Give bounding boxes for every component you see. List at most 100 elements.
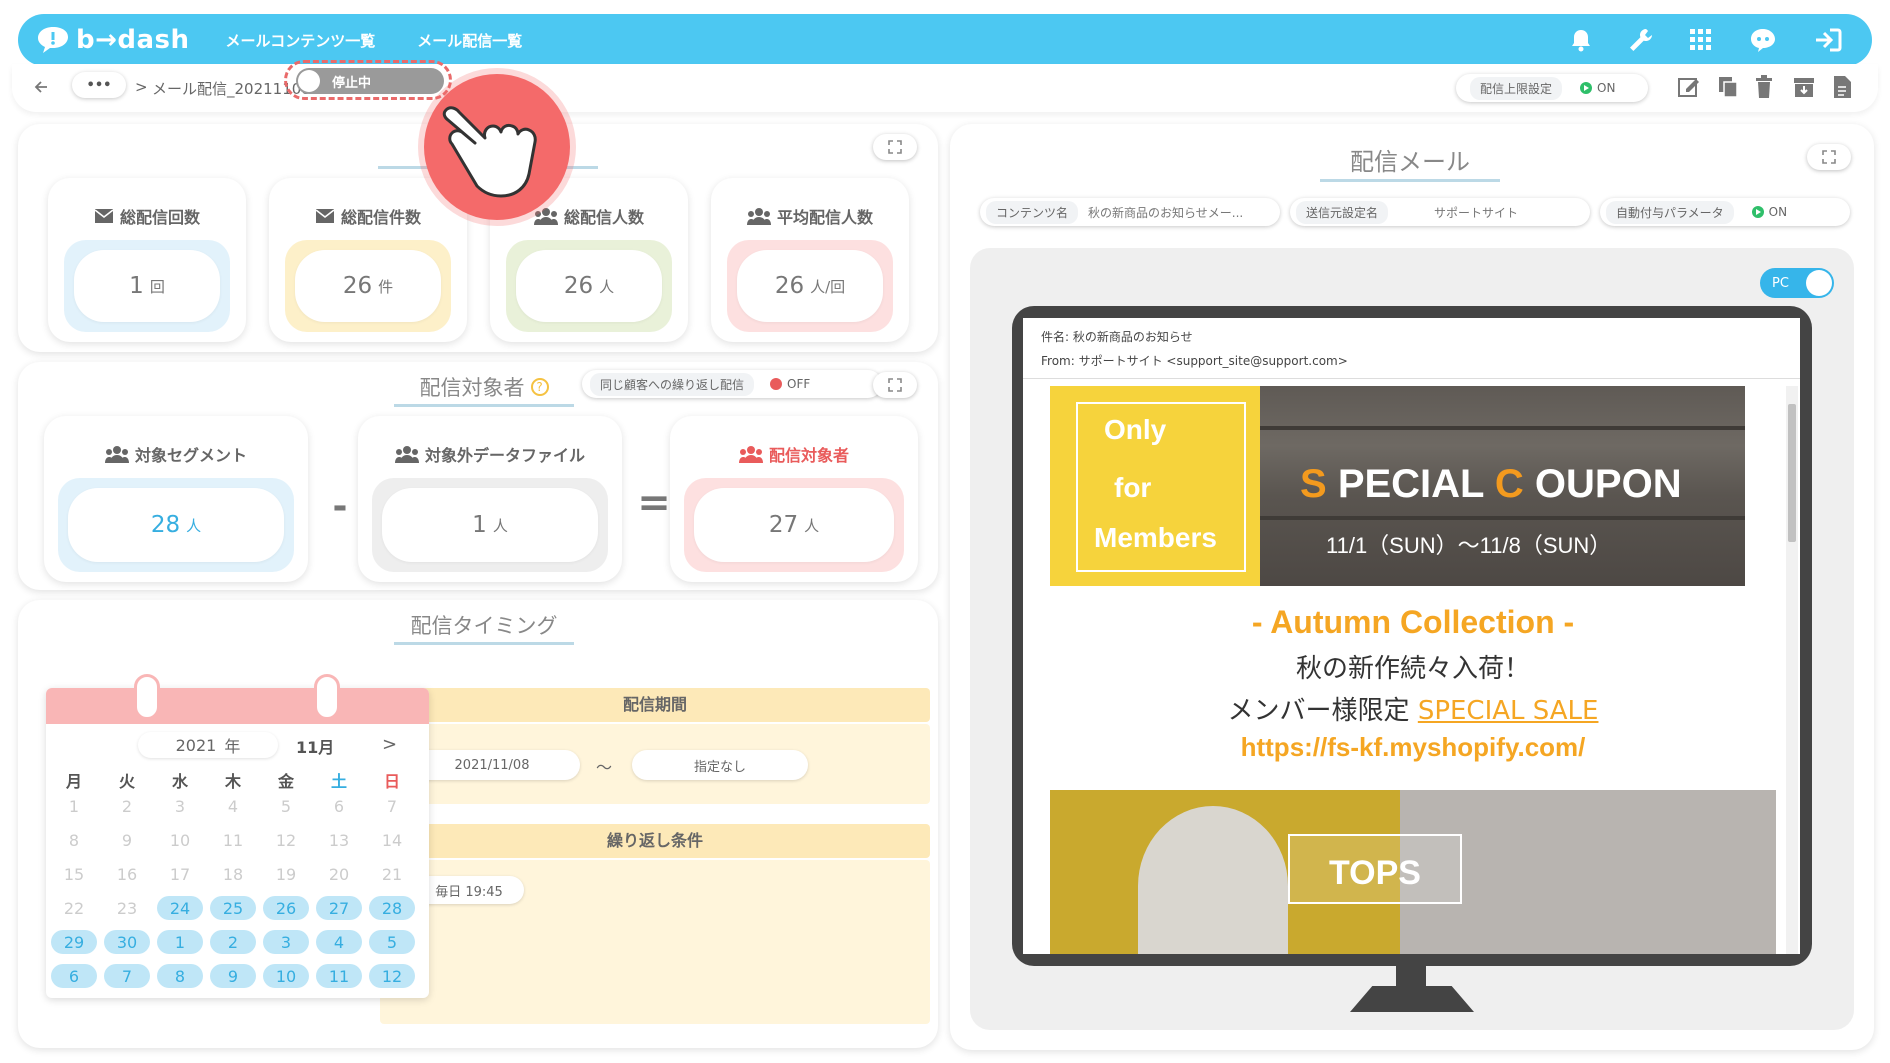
period-separator: ～ (595, 758, 612, 777)
calendar-day[interactable]: 11 (316, 964, 362, 988)
limit-setting-value[interactable]: ON (1580, 81, 1615, 95)
sender-pill[interactable]: 送信元設定名 サポートサイト (1290, 198, 1590, 226)
calendar-day[interactable]: 9 (210, 964, 256, 988)
toggle-knob (298, 70, 320, 92)
device-toggle[interactable]: PC (1760, 268, 1834, 298)
special-sale-link[interactable]: SPECIAL SALE (1418, 696, 1599, 726)
calendar-day[interactable]: 12 (369, 964, 415, 988)
calendar-day: 4 (227, 796, 239, 816)
status-toggle-label: 停止中 (332, 75, 372, 91)
device-toggle-label: PC (1772, 275, 1789, 291)
period-start-input[interactable]: 2021/11/08 (404, 750, 580, 780)
logo[interactable]: b→dash (36, 25, 190, 55)
header-icons (1570, 27, 1842, 53)
calendar-day[interactable]: 1 (157, 930, 203, 954)
repeat-send-value[interactable]: OFF (770, 377, 810, 391)
repeat-send-pill[interactable]: 同じ顧客への繰り返し配信 OFF (582, 370, 882, 398)
target-card-label-text: 配信対象者 (768, 446, 849, 465)
calendar-day[interactable]: 10 (263, 964, 309, 988)
banner-dates: 11/1（SUN）～11/8（SUN） (1326, 533, 1612, 558)
calendar-day: 5 (280, 796, 292, 816)
grid-apps-icon[interactable] (1690, 29, 1712, 51)
calendar-day[interactable]: 3 (263, 930, 309, 954)
nav-mail-deliveries[interactable]: メール配信一覧 (417, 30, 522, 51)
targets-title: 配信対象者? (394, 372, 574, 407)
stat-card-value: 26 人 (516, 250, 662, 322)
archive-icon[interactable] (1792, 75, 1816, 99)
document-icon[interactable] (1832, 75, 1852, 99)
repeat-value-chip: 毎日 19:45 (414, 876, 524, 904)
edit-icon[interactable] (1677, 75, 1701, 99)
calendar-day[interactable]: 7 (104, 964, 150, 988)
auto-param-pill[interactable]: 自動付与パラメータ ON (1600, 198, 1850, 226)
stat-value: 1 (129, 273, 144, 299)
stats-expand-button[interactable] (873, 134, 917, 160)
breadcrumb-more-button[interactable]: ••• (72, 72, 126, 98)
content-name-pill[interactable]: コンテンツ名 秋の新商品のお知らせメー... (980, 198, 1280, 226)
calendar-day: 16 (116, 864, 138, 884)
logo-bubble-icon (38, 27, 68, 53)
calendar-year-select[interactable]: 2021 年 (138, 732, 278, 758)
nav-mail-contents[interactable]: メールコンテンツ一覧 (226, 30, 376, 51)
calendar-day[interactable]: 29 (51, 930, 97, 954)
stat-card-value: 1回 (74, 250, 220, 322)
target-value: 27 (768, 512, 799, 538)
calendar-day[interactable]: 6 (51, 964, 97, 988)
calendar-day: 11 (222, 830, 244, 850)
calendar-day[interactable]: 27 (316, 896, 362, 920)
auto-param-value[interactable]: ON (1751, 205, 1787, 219)
calendar-day: 15 (63, 864, 85, 884)
mail-title: 配信メール (1320, 142, 1500, 182)
calendar-weekday: 水 (171, 772, 188, 791)
photo-step (1260, 426, 1745, 430)
status-toggle[interactable]: 停止中 (296, 68, 444, 94)
calendar-day: 8 (68, 830, 80, 850)
copy-icon[interactable] (1716, 75, 1740, 99)
help-icon[interactable]: ? (530, 378, 549, 396)
period-header: 配信期間 (380, 688, 930, 722)
calendar-day[interactable]: 30 (104, 930, 150, 954)
users-icon (738, 446, 763, 463)
mail-preview-screen: 件名: 秋の新商品のお知らせ From: サポートサイト <support_si… (1023, 318, 1800, 954)
banner-for: for (1114, 472, 1152, 503)
calendar-day: 7 (386, 796, 398, 816)
stat-unit: 人/回 (810, 277, 846, 296)
targets-expand-button[interactable] (873, 372, 917, 398)
repeat-send-value-text: OFF (787, 377, 811, 391)
calendar-day[interactable]: 25 (210, 896, 256, 920)
autumn-collection-heading: - Autumn Collection - (1251, 604, 1575, 640)
stat-card-label-text: 総配信件数 (340, 208, 421, 227)
shop-url-link[interactable]: https://fs-kf.myshopify.com/ (1050, 732, 1776, 763)
calendar-day[interactable]: 5 (369, 930, 415, 954)
logout-icon[interactable] (1814, 28, 1842, 52)
calendar-next-button[interactable]: > (382, 734, 397, 755)
support-chat-icon[interactable] (1748, 27, 1778, 53)
calendar-day[interactable]: 8 (157, 964, 203, 988)
wrench-icon[interactable] (1628, 27, 1654, 53)
preview-scrollbar-thumb[interactable] (1788, 404, 1796, 542)
calendar-day: 20 (328, 864, 350, 884)
mail-subject: 件名: 秋の新商品のお知らせ (1041, 330, 1193, 344)
arrow-left-icon[interactable] (34, 80, 48, 94)
calendar-year: 2021 (175, 735, 217, 755)
calendar-year-unit: 年 (224, 737, 241, 756)
calendar-day: 18 (222, 864, 244, 884)
calendar-day[interactable]: 4 (316, 930, 362, 954)
calendar-day[interactable]: 26 (263, 896, 309, 920)
banner-s: S (1300, 462, 1327, 506)
calendar-day: 23 (116, 898, 138, 918)
calendar-day[interactable]: 2 (210, 930, 256, 954)
stat-value: 26 (342, 273, 373, 299)
off-icon (770, 378, 783, 390)
mail-expand-button[interactable] (1807, 144, 1851, 170)
calendar-day[interactable]: 24 (157, 896, 203, 920)
stat-card-average-people: 平均配信人数 26 人/回 (711, 178, 909, 342)
limit-setting-pill[interactable]: 配信上限設定 ON (1456, 74, 1648, 102)
period-end-input[interactable]: 指定なし (632, 750, 808, 780)
target-unit: 人 (492, 516, 508, 535)
photo-step (1260, 516, 1745, 520)
bell-icon[interactable] (1570, 28, 1592, 52)
trash-icon[interactable] (1754, 75, 1774, 99)
tops-photo-figure (1138, 806, 1288, 954)
calendar-day[interactable]: 28 (369, 896, 415, 920)
